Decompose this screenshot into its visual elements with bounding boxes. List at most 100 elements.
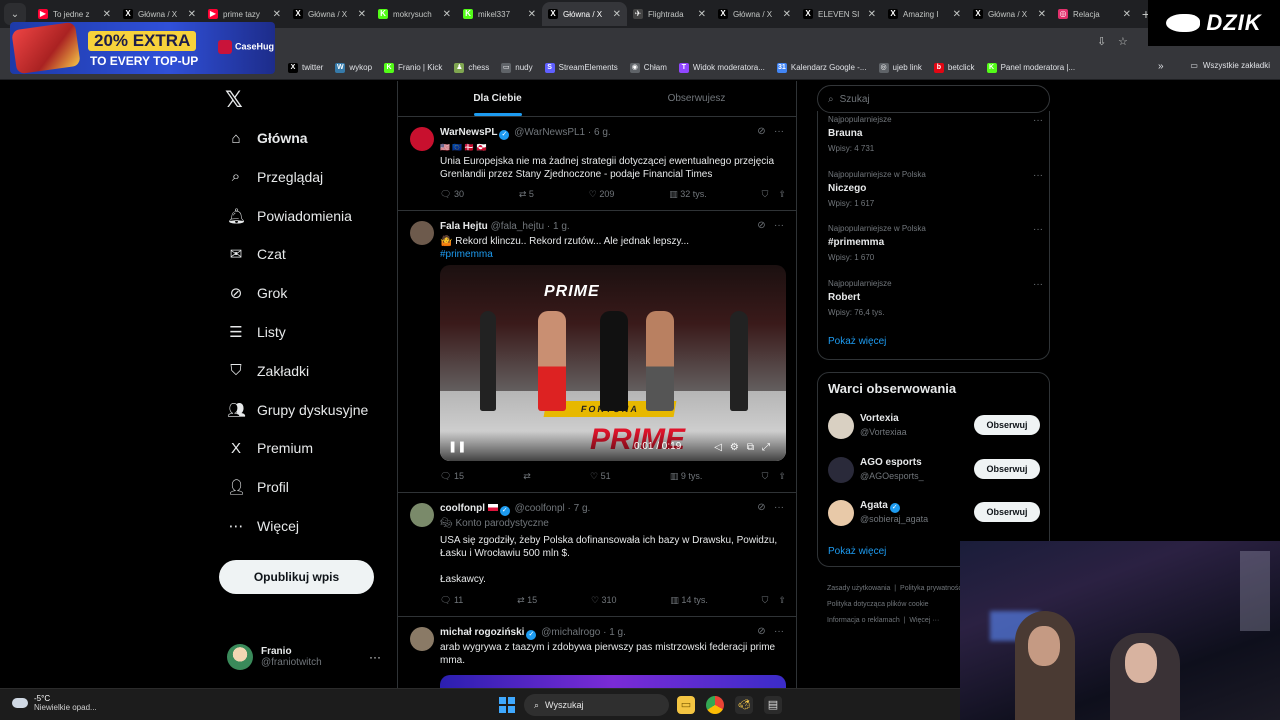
sidebar-item-notifications[interactable]: 🔔︎ Powiadomienia xyxy=(227,203,352,229)
repost-button[interactable]: ⇄ xyxy=(523,471,531,482)
bookmark-icon[interactable]: ⛉ xyxy=(762,471,769,481)
avatar[interactable] xyxy=(410,221,434,245)
avatar[interactable] xyxy=(828,413,854,439)
account-switcher[interactable]: Franio @franiotwitch ··· xyxy=(227,644,387,670)
more-icon[interactable]: ··· xyxy=(774,126,784,137)
grok-icon[interactable]: ⊘ xyxy=(757,626,765,637)
install-app-icon[interactable]: ⇩ xyxy=(1097,35,1106,48)
tab-for-you[interactable]: Dla Ciebie xyxy=(398,81,597,116)
footer-link[interactable]: Więcej ··· xyxy=(909,617,939,624)
trend-item[interactable]: Najpopularniejsze Brauna Wpisy: 4 731 ··· xyxy=(828,115,1043,153)
pause-icon[interactable]: ❚❚ xyxy=(448,440,466,453)
author-name[interactable]: WarNewsPL xyxy=(440,127,497,138)
footer-link[interactable]: Zasady użytkowania xyxy=(827,585,890,592)
bookmark-item[interactable]: Xtwitter xyxy=(288,62,323,73)
close-tab-icon[interactable]: ✕ xyxy=(698,9,706,20)
close-tab-icon[interactable]: ✕ xyxy=(953,9,961,20)
more-icon[interactable]: ··· xyxy=(774,220,784,231)
bookmark-item[interactable]: ◎ ujeb link xyxy=(878,62,922,73)
close-tab-icon[interactable]: ✕ xyxy=(273,9,281,20)
settings-icon[interactable]: ⚙ xyxy=(730,442,747,453)
tweet-media[interactable] xyxy=(440,675,786,688)
sidebar-item-premium[interactable]: X Premium xyxy=(227,435,313,461)
follow-suggestion[interactable]: Agata ✓ @sobieraj_agata Obserwuj xyxy=(828,500,1040,530)
tweet-time[interactable]: · 6 g. xyxy=(588,127,611,138)
bookmark-star-icon[interactable]: ☆ xyxy=(1118,35,1128,48)
bookmark-item[interactable]: ▭ nudy xyxy=(501,62,533,73)
avatar[interactable] xyxy=(828,500,854,526)
suggestion-name[interactable]: AGO esports xyxy=(860,457,922,468)
taskbar-search[interactable]: ⌕ Wyszukaj xyxy=(524,694,669,716)
more-icon[interactable]: ··· xyxy=(1033,224,1043,235)
share-icon[interactable]: ⇪ xyxy=(778,595,786,605)
bookmark-item[interactable]: K Panel moderatora |... xyxy=(986,62,1075,73)
bookmark-item[interactable]: S StreamElements xyxy=(544,62,618,73)
tweet[interactable]: michał rogoziński ✓ @michalrogo · 1 g. ⊘ … xyxy=(398,617,796,688)
browser-tab[interactable]: ✈ Flightrada ✕ xyxy=(627,2,712,26)
browser-tab[interactable]: X Główna / X ✕ xyxy=(287,2,372,26)
views-button[interactable]: ▥ 32 tys. xyxy=(669,189,707,200)
share-icon[interactable]: ⇪ xyxy=(778,189,786,199)
footer-link[interactable]: Polityka prywatności xyxy=(900,585,963,592)
close-tab-icon[interactable]: ✕ xyxy=(103,9,111,20)
tweet[interactable]: coolfonpl ✓ @coolfonpl · 7 g. ⊘ ··· 🎭︎ K… xyxy=(398,493,796,617)
tab-following[interactable]: Obserwujesz xyxy=(597,81,796,116)
follow-suggestion[interactable]: AGO esports @AGOesports_ Obserwuj xyxy=(828,456,1040,487)
close-tab-icon[interactable]: ✕ xyxy=(443,9,451,20)
reply-button[interactable]: 🗨︎ 15 xyxy=(440,471,464,482)
weather-widget[interactable]: -5°C Niewielkie opad... xyxy=(12,694,97,712)
repost-button[interactable]: ⇄ 5 xyxy=(519,189,534,200)
close-tab-icon[interactable]: ✕ xyxy=(188,9,196,20)
hashtag-link[interactable]: #primemma xyxy=(440,249,493,260)
avatar[interactable] xyxy=(828,456,854,483)
bookmark-icon[interactable]: ⛉ xyxy=(762,595,769,605)
suggestion-name[interactable]: Vortexia xyxy=(860,413,899,424)
more-icon[interactable]: ··· xyxy=(774,626,784,637)
close-tab-icon[interactable]: ✕ xyxy=(1123,9,1131,20)
bookmarks-overflow-button[interactable]: » xyxy=(1158,61,1164,72)
sidebar-item-lists[interactable]: ☰ Listy xyxy=(227,319,286,345)
sidebar-item-bookmarks[interactable]: ⛉ Zakładki xyxy=(227,358,309,384)
suggestion-name[interactable]: Agata ✓ xyxy=(860,500,902,513)
browser-tab[interactable]: X Główna / X ✕ xyxy=(542,2,627,26)
app-icon[interactable]: 🐗︎ xyxy=(735,696,753,714)
browser-tab[interactable]: X Amazing I ✕ xyxy=(882,2,967,26)
sidebar-item-communities[interactable]: 👥︎ Grupy dyskusyjne xyxy=(227,397,368,423)
sidebar-item-more[interactable]: ⋯ Więcej xyxy=(227,513,300,539)
close-tab-icon[interactable]: ✕ xyxy=(783,9,791,20)
browser-tab[interactable]: ◎ Relacja ✕ xyxy=(1052,2,1137,26)
grok-icon[interactable]: ⊘ xyxy=(757,502,765,513)
fullscreen-icon[interactable]: ⤢ xyxy=(762,442,778,453)
more-icon[interactable]: ··· xyxy=(1033,170,1043,181)
bookmark-item[interactable]: K Franio | Kick xyxy=(384,62,442,73)
trend-item[interactable]: Najpopularniejsze w Polska Niczego Wpisy: … xyxy=(828,170,1043,208)
bookmark-item[interactable]: b betclick xyxy=(933,62,975,73)
trend-item[interactable]: Najpopularniejsze w Polska #primemma Wpisy… xyxy=(828,224,1043,262)
browser-tab[interactable]: Kmikel337 ✕ xyxy=(457,2,542,26)
chrome-icon[interactable] xyxy=(706,696,724,714)
author-name[interactable]: michał rogoziński xyxy=(440,627,524,638)
tweet[interactable]: Fala Hejtu @fala_hejtu · 1 g. ⊘ ··· 🤷 Re… xyxy=(398,211,796,493)
pip-icon[interactable]: ⧉ xyxy=(747,442,762,453)
sidebar-item-profile[interactable]: 👤︎ Profil xyxy=(227,474,289,500)
author-handle[interactable]: @fala_hejtu xyxy=(491,221,545,232)
close-tab-icon[interactable]: ✕ xyxy=(613,9,621,20)
repost-button[interactable]: ⇄ 15 xyxy=(517,595,537,606)
close-tab-icon[interactable]: ✕ xyxy=(528,9,536,20)
views-button[interactable]: ▥ 9 tys. xyxy=(670,471,703,482)
trend-item[interactable]: Najpopularniejsze Robert Wpisy: 76,4 tys. ·… xyxy=(828,279,1043,317)
more-icon[interactable]: ··· xyxy=(369,650,381,664)
tweet-time[interactable]: · 1 g. xyxy=(603,627,626,638)
avatar[interactable] xyxy=(410,127,434,151)
footer-link[interactable]: Informacja o reklamach xyxy=(827,617,900,624)
bookmark-item[interactable]: ♟ chess xyxy=(454,62,489,73)
like-button[interactable]: ♡ 310 xyxy=(591,595,617,606)
more-icon[interactable]: ··· xyxy=(1033,115,1043,126)
app-icon[interactable]: ▤ xyxy=(764,696,782,714)
like-button[interactable]: ♡ 209 xyxy=(589,189,615,200)
video-player[interactable]: PRIME FORTUNA PRIME ❚❚ 0:01 / 0:19 ◁⚙⧉⤢ xyxy=(440,265,786,461)
author-name[interactable]: Fala Hejtu xyxy=(440,221,488,232)
bookmark-item[interactable]: ◉ Chłam xyxy=(629,62,667,73)
author-name[interactable]: coolfonpl xyxy=(440,503,485,514)
bookmark-icon[interactable]: ⛉ xyxy=(762,189,769,199)
